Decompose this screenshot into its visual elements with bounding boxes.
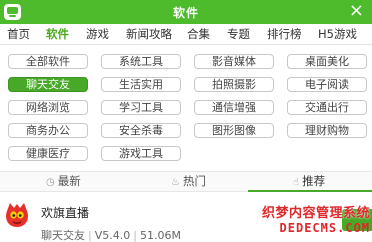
category-chat-social[interactable]: 聊天交友 (8, 77, 88, 92)
tab-latest[interactable]: ◷ 最新 (46, 172, 81, 191)
category-all-software[interactable]: 全部软件 (8, 54, 88, 69)
category-desktop-themes[interactable]: 桌面美化 (287, 54, 367, 69)
nav-item-software[interactable]: 软件 (46, 26, 69, 42)
red-monster-app-icon (6, 203, 28, 227)
category-business[interactable]: 商务办公 (8, 123, 88, 138)
app-category: 聊天交友 (41, 229, 85, 242)
app-version: V5.4.0 (94, 229, 131, 242)
nav-item-rankings[interactable]: 排行榜 (267, 26, 302, 42)
thumbs-up-icon: ☝ (293, 177, 300, 188)
nav-item-collections[interactable]: 合集 (187, 26, 210, 42)
category-photography[interactable]: 拍照摄影 (194, 77, 274, 92)
app-size: 51.06M (139, 229, 181, 242)
top-nav: 首页 软件 游戏 新闻攻略 合集 专题 排行榜 H5游戏 (0, 24, 372, 45)
category-graphics[interactable]: 图形图像 (194, 123, 274, 138)
watermark: 织梦内容管理系统 DEDECMS.COM (262, 207, 370, 234)
category-communication[interactable]: 通信增强 (194, 100, 274, 115)
nav-item-home[interactable]: 首页 (7, 26, 30, 42)
category-finance-shopping[interactable]: 理财购物 (287, 123, 367, 138)
category-transport[interactable]: 交通出行 (287, 100, 367, 115)
separator: | (88, 229, 92, 242)
category-game-tools[interactable]: 游戏工具 (101, 146, 181, 161)
tab-popular-label: 热门 (182, 174, 206, 188)
category-system-tools[interactable]: 系统工具 (101, 54, 181, 69)
app-name[interactable]: 欢旗直播 (41, 204, 89, 221)
watermark-line1: 织梦内容管理系统 (261, 206, 370, 221)
separator: | (133, 229, 137, 242)
clock-icon: ◷ (46, 177, 55, 188)
category-health[interactable]: 健康医疗 (8, 146, 88, 161)
window-title: 软件 (172, 6, 199, 20)
flame-icon: ♨ (171, 177, 180, 188)
nav-item-news-guides[interactable]: 新闻攻略 (126, 26, 172, 42)
nav-item-topics[interactable]: 专题 (227, 26, 250, 42)
tab-latest-label: 最新 (57, 174, 81, 188)
tab-popular[interactable]: ♨ 热门 (171, 172, 206, 191)
close-icon[interactable]: × (349, 1, 364, 21)
nav-item-h5-games[interactable]: H5游戏 (318, 26, 357, 42)
title-bar: 软件 × (0, 0, 372, 24)
tab-recommended[interactable]: ☝ 推荐 (293, 172, 325, 191)
nav-item-games[interactable]: 游戏 (86, 26, 109, 42)
list-tabs: ◷ 最新 ♨ 热门 ☝ 推荐 (0, 171, 372, 192)
tab-recommended-label: 推荐 (302, 174, 326, 188)
app-meta: 聊天交友 | V5.4.0 | 51.06M (41, 227, 181, 242)
category-lifestyle[interactable]: 生活实用 (101, 77, 181, 92)
category-ebooks[interactable]: 电子阅读 (287, 77, 367, 92)
watermark-line2: DEDECMS.COM (279, 221, 370, 235)
category-media[interactable]: 影音媒体 (194, 54, 274, 69)
category-education[interactable]: 学习工具 (101, 100, 181, 115)
category-browsers[interactable]: 网络浏览 (8, 100, 88, 115)
active-tab-indicator (248, 190, 372, 192)
category-security[interactable]: 安全杀毒 (101, 123, 181, 138)
category-grid: 全部软件 系统工具 影音媒体 桌面美化 聊天交友 生活实用 拍照摄影 电子阅读 … (0, 46, 372, 170)
